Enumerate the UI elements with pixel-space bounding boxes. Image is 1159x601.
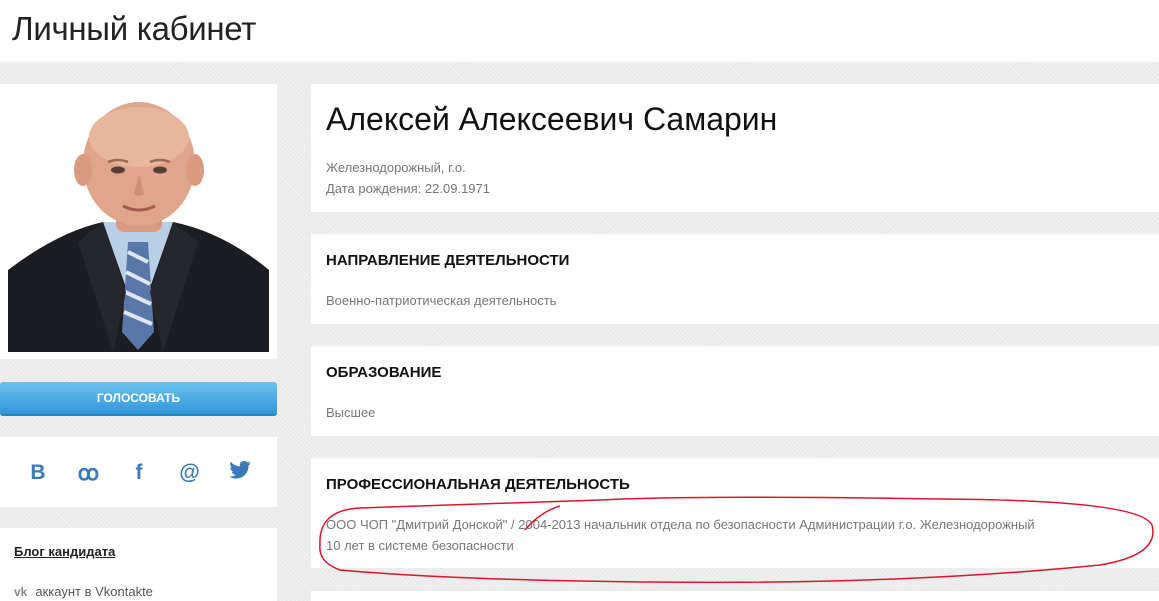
twitter-icon[interactable] — [226, 460, 254, 485]
blog-link[interactable]: Блог кандидата — [14, 544, 115, 559]
page-header: Личный кабинет — [0, 0, 1159, 62]
section-title: Профессиональная деятельность — [326, 476, 630, 493]
page-title: Личный кабинет — [12, 10, 257, 47]
social-card: B ꝏ f @ — [0, 437, 277, 507]
next-section-card — [311, 591, 1159, 601]
candidate-photo — [8, 92, 269, 352]
section-text: Высшее — [326, 405, 376, 420]
section-professional: Профессиональная деятельность ООО ЧОП "Д… — [311, 458, 1159, 568]
vk-icon[interactable]: B — [24, 461, 52, 485]
section-education: Образование Высшее — [311, 346, 1159, 436]
section-title: Направление деятельности — [326, 252, 570, 269]
photo-card — [0, 84, 277, 359]
candidate-info-card: Алексей Алексеевич Самарин Железнодорожн… — [311, 84, 1159, 212]
mail-icon[interactable]: @ — [176, 461, 204, 485]
vk-small-icon: vk — [14, 584, 28, 599]
social-links: B ꝏ f @ — [24, 459, 254, 487]
candidate-name: Алексей Алексеевич Самарин — [326, 101, 778, 137]
facebook-icon[interactable]: f — [125, 461, 153, 485]
section-text: 10 лет в системе безопасности — [326, 538, 514, 553]
candidate-birthdate: Дата рождения: 22.09.1971 — [326, 181, 490, 196]
blog-card: Блог кандидата vk аккаунт в Vkontakte — [0, 528, 277, 601]
section-text: ООО ЧОП "Дмитрий Донской" / 2004-2013 на… — [326, 517, 1035, 532]
section-activity: Направление деятельности Военно-патриоти… — [311, 234, 1159, 324]
vk-account-label: аккаунт в Vkontakte — [35, 584, 153, 599]
section-text: Военно-патриотическая деятельность — [326, 293, 557, 308]
section-title: Образование — [326, 364, 442, 381]
odnoklassniki-icon[interactable]: ꝏ — [75, 461, 103, 486]
vote-button[interactable]: Голосовать — [0, 382, 277, 414]
candidate-location: Железнодорожный, г.о. — [326, 160, 466, 175]
vk-account-link[interactable]: vk аккаунт в Vkontakte — [14, 584, 153, 599]
